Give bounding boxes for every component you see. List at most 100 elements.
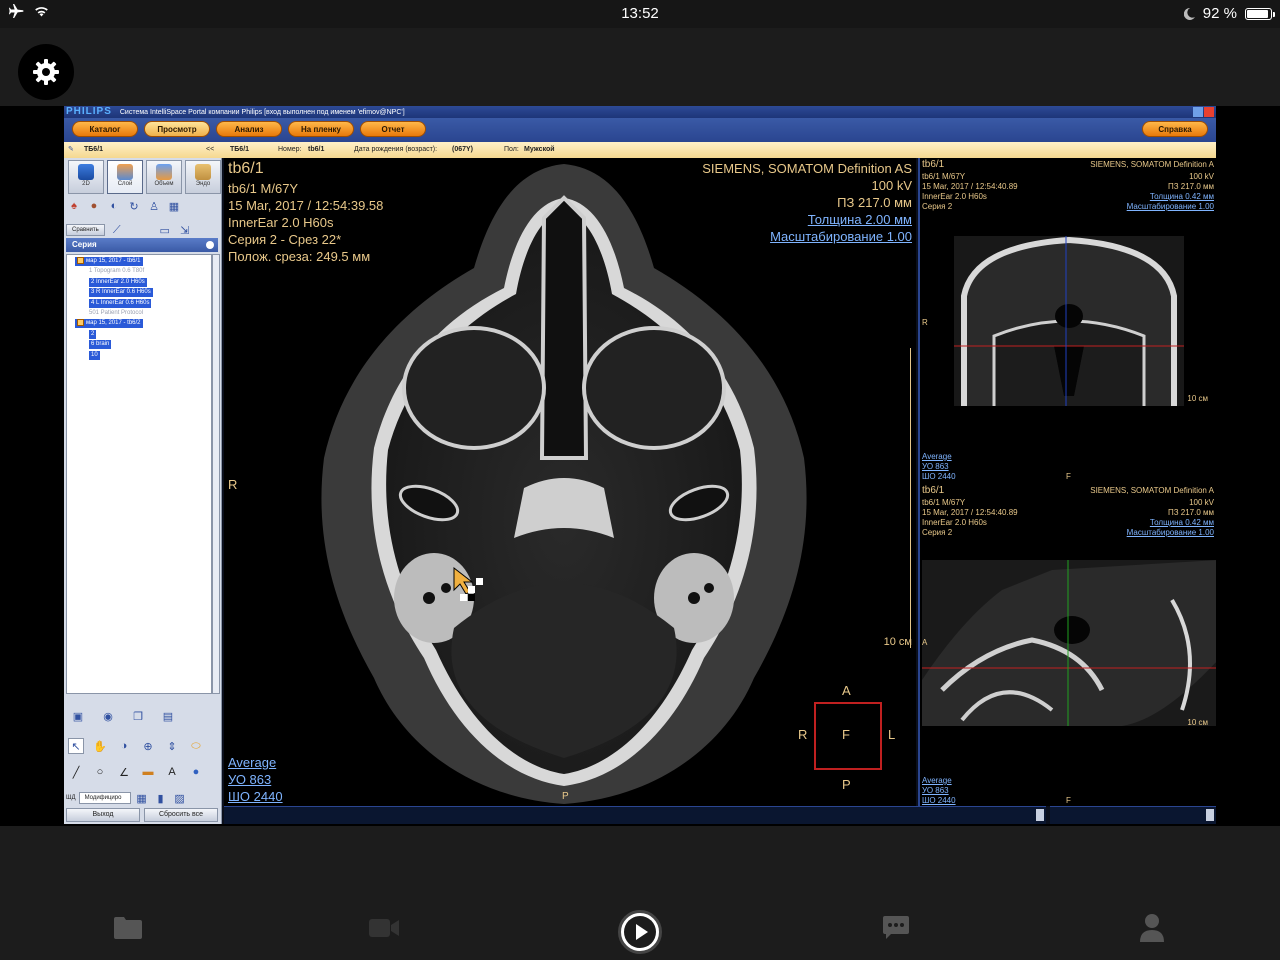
mode-select[interactable]: Модифициро	[78, 792, 131, 804]
menu-analysis-button[interactable]: Анализ	[216, 121, 282, 137]
monitor-icon[interactable]: ▭	[157, 222, 173, 238]
save-icon[interactable]: ▣	[70, 708, 86, 724]
overlay-thickness-link[interactable]: Толщина 2.00 мм	[808, 211, 912, 228]
settings-button[interactable]	[18, 44, 74, 100]
series-item[interactable]: 2	[89, 329, 97, 339]
figure-icon[interactable]: ♙	[146, 198, 162, 214]
pin-tool-icon[interactable]: ⟋	[109, 222, 125, 238]
sagittal-viewport[interactable]: tb6/1 tb6/1 M/67Y 15 Mar, 2017 / 12:54:4…	[920, 482, 1216, 806]
export-icon[interactable]: ⇲	[177, 222, 193, 238]
head-icon[interactable]: ◐	[106, 198, 122, 214]
overlay-ww-link[interactable]: ШО 2440	[228, 788, 283, 805]
chat-tab[interactable]	[876, 908, 916, 948]
sagittal-wl-link[interactable]: УО 863	[922, 786, 949, 796]
book-icon[interactable]: ▤	[160, 708, 176, 724]
coronal-kv: 100 kV	[1189, 172, 1214, 181]
minimize-button[interactable]	[1193, 107, 1203, 117]
sagittal-marker-f: F	[1066, 796, 1071, 805]
patient-tab[interactable]: ТБ6/1	[84, 142, 103, 158]
coronal-viewport[interactable]: tb6/1 tb6/1 M/67Y 15 Mar, 2017 / 12:54:4…	[920, 158, 1216, 480]
side-scroll-right-arrow[interactable]	[1206, 809, 1214, 821]
remote-desktop: PHILIPS Система IntelliSpace Portal комп…	[0, 106, 1280, 826]
series-item[interactable]: 1 Topogram 0.6 T80f	[89, 267, 144, 276]
angle-tool-icon[interactable]: ∠	[116, 764, 132, 780]
roi-circle-icon[interactable]: ●	[188, 764, 204, 780]
video-tab[interactable]	[364, 908, 404, 948]
files-tab[interactable]	[108, 908, 148, 948]
exit-button[interactable]: Выход	[66, 808, 140, 822]
circle-tool-icon[interactable]: ○	[92, 764, 108, 780]
series-item[interactable]: 2 InnerEar 2.0 H60s	[89, 277, 147, 287]
menu-view-button[interactable]: Просмотр	[144, 121, 210, 137]
coronal-marker-f: F	[1066, 472, 1071, 480]
film-strip-icon[interactable]: ▮	[153, 790, 169, 806]
print-icon[interactable]: ▨	[172, 790, 188, 806]
profile-tab[interactable]	[1132, 908, 1172, 948]
camera-icon[interactable]: ◉	[100, 708, 116, 724]
orientation-p: P	[842, 777, 851, 792]
overlay-zoom-link[interactable]: Масштабирование 1.00	[770, 228, 912, 245]
skull-icon[interactable]: ●	[86, 198, 102, 214]
compare-button[interactable]: Сравнить	[66, 224, 105, 236]
side-hscrollbar[interactable]	[1050, 806, 1216, 824]
collapse-button[interactable]: <<	[206, 142, 214, 158]
series-study-node[interactable]: мар 15, 2017 - tb6/1	[75, 257, 143, 266]
grid-icon[interactable]: ▦	[134, 790, 150, 806]
axial-viewport[interactable]: tb6/1 tb6/1 M/67Y 15 Mar, 2017 / 12:54:3…	[224, 158, 916, 806]
play-tab[interactable]	[618, 910, 662, 954]
coronal-zoom-link[interactable]: Масштабирование 1.00	[1127, 202, 1214, 212]
menu-help-button[interactable]: Справка	[1142, 121, 1208, 137]
pin-icon[interactable]: ✎	[68, 142, 74, 158]
ellipse-roi-icon[interactable]: ⬭	[188, 738, 204, 754]
menu-report-button[interactable]: Отчет	[360, 121, 426, 137]
menu-film-button[interactable]: На пленку	[288, 121, 354, 137]
series-tree: мар 15, 2017 - tb6/1 1 Topogram 0.6 T80f 2…	[66, 254, 212, 694]
sagittal-zoom-link[interactable]: Масштабирование 1.00	[1127, 528, 1214, 538]
coronal-average-link[interactable]: Average	[922, 452, 952, 462]
tab-slab[interactable]: Слой	[107, 160, 143, 194]
coronal-wl-link[interactable]: УО 863	[922, 462, 949, 472]
side-viewports: tb6/1 tb6/1 M/67Y 15 Mar, 2017 / 12:54:4…	[918, 158, 1216, 806]
close-button[interactable]	[1204, 107, 1214, 117]
tab-2d[interactable]: 2D	[68, 160, 104, 194]
ruler-tool-icon[interactable]: ▬	[140, 764, 156, 780]
sagittal-thickness-link[interactable]: Толщина 0.42 мм	[1150, 518, 1214, 528]
sagittal-average-link[interactable]: Average	[922, 776, 952, 786]
scroll-tool-icon[interactable]: ⇕	[164, 738, 180, 754]
coronal-fov: ПЗ 217.0 мм	[1167, 182, 1214, 191]
tab-volume[interactable]: Объем	[146, 160, 182, 194]
overlay-datetime: 15 Mar, 2017 / 12:54:39.58	[228, 198, 384, 213]
series-item[interactable]: 6 brain	[89, 340, 112, 350]
overlay-wl-link[interactable]: УО 863	[228, 771, 271, 788]
reset-all-button[interactable]: Сбросить все	[144, 808, 218, 822]
close-series-icon[interactable]	[206, 241, 214, 249]
pointer-tool-icon[interactable]: ↖	[68, 738, 84, 754]
line-tool-icon[interactable]: ╱	[68, 764, 84, 780]
menu-catalog-button[interactable]: Каталог	[72, 121, 138, 137]
sagittal-ww-link[interactable]: ШО 2440	[922, 796, 956, 806]
tab-endo[interactable]: Эндо	[185, 160, 221, 194]
series-item[interactable]: 501 Patient Protocol	[89, 309, 143, 318]
lungs-icon[interactable]: ♠	[66, 198, 82, 214]
sex-label: Пол:	[504, 146, 519, 153]
copy-icon[interactable]: ❐	[130, 708, 146, 724]
scroll-right-arrow[interactable]	[1036, 809, 1044, 821]
text-tool-icon[interactable]: A	[164, 764, 180, 780]
pan-tool-icon[interactable]: ✋	[92, 738, 108, 754]
rotate-icon[interactable]: ↻	[126, 198, 142, 214]
zoom-tool-icon[interactable]: ⊕	[140, 738, 156, 754]
series-item[interactable]: 4 L InnerEar 0.6 H60s	[89, 298, 152, 308]
main-hscrollbar[interactable]	[224, 806, 1046, 824]
series-item[interactable]: 3 R InnerEar 0.6 H60s	[89, 288, 153, 298]
series-study-node[interactable]: мар 15, 2017 - tb6/2	[75, 319, 143, 329]
overlay-average-link[interactable]: Average	[228, 754, 276, 771]
window-tool-icon[interactable]: ◑	[116, 738, 132, 754]
series-item[interactable]: 10	[89, 350, 100, 360]
layout-icon[interactable]: ▦	[166, 198, 182, 214]
series-scrollbar[interactable]	[212, 254, 220, 694]
coronal-thickness-link[interactable]: Толщина 0.42 мм	[1150, 192, 1214, 202]
coronal-scanner: SIEMENS, SOMATOM Definition A	[1090, 160, 1214, 169]
dob-label: Дата рождения (возраст):	[354, 146, 438, 153]
coronal-ww-link[interactable]: ШО 2440	[922, 472, 956, 480]
coronal-datetime: 15 Mar, 2017 / 12:54:40.89	[922, 182, 1018, 191]
